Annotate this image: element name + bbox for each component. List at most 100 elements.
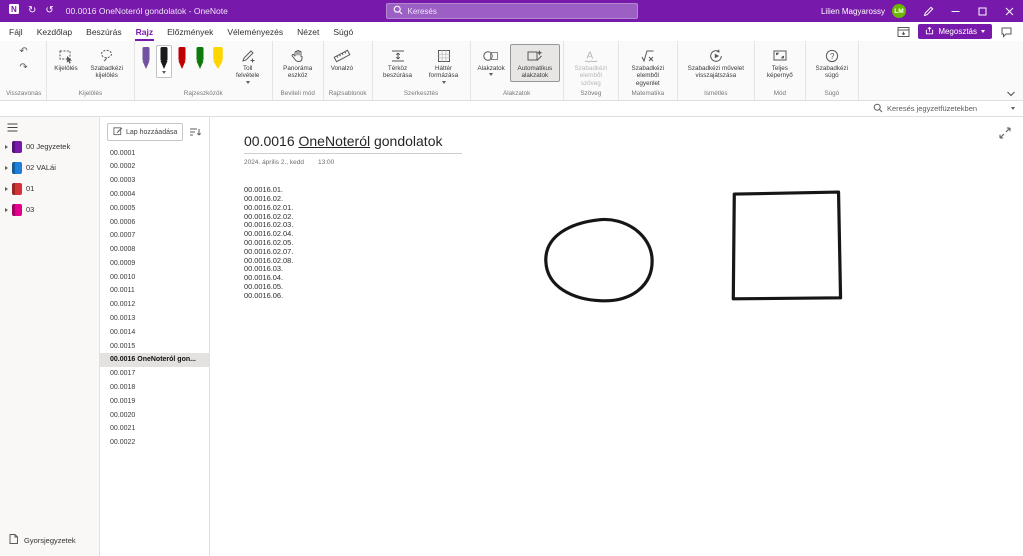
redo-button[interactable]: ↷ (18, 62, 28, 74)
search-input[interactable] (407, 6, 631, 16)
quick-notes-icon (8, 533, 19, 547)
shapes-button[interactable]: Alakzatok (474, 44, 509, 78)
page-title-suffix: gondolatok (370, 133, 443, 150)
share-button[interactable]: Megosztás (918, 24, 992, 39)
notebook-item[interactable]: 00 Jegyzetek (0, 136, 99, 157)
page-list-item[interactable]: 00.0018 (100, 381, 209, 395)
ink-replay-label: Szabadkézi művelet visszajátszása (687, 65, 744, 80)
page-list-item[interactable]: 00.0017 (100, 367, 209, 381)
page-list-item[interactable]: 00.0005 (100, 201, 209, 215)
undo-button[interactable]: ↶ (18, 46, 28, 58)
page-list-item[interactable]: 00.0019 (100, 394, 209, 408)
ink-to-text-button: A Szabadkézi elemből szöveg (567, 44, 615, 89)
select-button[interactable]: Kijelölés (50, 44, 81, 74)
menu-tab[interactable]: Súgó (326, 22, 360, 41)
pen-tool[interactable] (210, 45, 226, 78)
close-button[interactable] (996, 0, 1023, 22)
add-pen-label: Toll felvétele (235, 65, 260, 80)
collapse-ribbon-icon[interactable] (1005, 90, 1017, 98)
maximize-button[interactable] (969, 0, 996, 22)
page-list-item[interactable]: 00.0003 (100, 174, 209, 188)
global-search-box[interactable] (385, 3, 638, 19)
page-title[interactable]: 00.0016 OneNoteról gondolatok (244, 133, 462, 149)
ink-to-math-button[interactable]: Szabadkézi elemből egyenlet (622, 44, 674, 89)
notebook-icon (12, 182, 22, 195)
ink-replay-button[interactable]: Szabadkézi művelet visszajátszása (681, 44, 751, 82)
chevron-down-icon (161, 71, 166, 74)
page-list-item[interactable]: 00.0016 OneNoteról gon... (100, 352, 209, 367)
sync-icon[interactable]: ↻ (27, 5, 37, 17)
pen-icon (178, 47, 186, 69)
feedback-icon[interactable] (999, 25, 1014, 39)
page-title-block[interactable]: 00.0016 OneNoteról gondolatok (244, 133, 462, 155)
ribbon-group-label: Matematika (631, 90, 665, 98)
page-list-item[interactable]: 00.0012 (100, 298, 209, 312)
content-line[interactable]: 00.0016.06. (244, 291, 293, 301)
ink-stroke-rectangle[interactable] (731, 190, 843, 301)
page-list-item[interactable]: 00.0006 (100, 215, 209, 229)
ink-to-math-label: Szabadkézi elemből egyenlet (631, 65, 665, 87)
page-list-item[interactable]: 00.0022 (100, 436, 209, 450)
ink-help-button[interactable]: ? Szabadkézi súgó (809, 44, 855, 82)
page-list-item[interactable]: 00.0015 (100, 339, 209, 353)
notebook-list: 00 Jegyzetek 02 VALái 01 03 (0, 136, 99, 220)
chevron-down-icon (1011, 107, 1015, 111)
page-list-item[interactable]: 00.0020 (100, 408, 209, 422)
page-time: 13:00 (317, 159, 335, 167)
pen-tool[interactable] (138, 45, 154, 78)
page-canvas[interactable]: 00.0016 OneNoteról gondolatok 2024. ápri… (210, 117, 1023, 556)
page-list-item[interactable]: 00.0013 (100, 312, 209, 326)
page-list-item[interactable]: 00.0002 (100, 160, 209, 174)
undo-icon[interactable]: ↺ (44, 5, 54, 17)
ruler-button[interactable]: Vonalzó (327, 44, 357, 74)
notebook-item[interactable]: 03 (0, 199, 99, 220)
auto-shapes-button[interactable]: Automatikus alakzatok (509, 44, 560, 82)
page-list-item[interactable]: 00.0011 (100, 284, 209, 298)
add-pen-button[interactable]: Toll felvétele (227, 44, 269, 86)
pen-tool[interactable] (155, 45, 172, 78)
page-list-item[interactable]: 00.0021 (100, 422, 209, 436)
notebook-search-box[interactable]: Keresés jegyzetfüzetekben (873, 103, 1015, 115)
page-list-item[interactable]: 00.0007 (100, 229, 209, 243)
page-list-panel: Lap hozzáadása 00.0001 00.0002 00.0003 0… (100, 117, 210, 556)
page-list-item[interactable]: 00.0004 (100, 188, 209, 202)
format-background-button[interactable]: Háttér formázása (421, 44, 467, 86)
ink-pen-icon[interactable] (915, 0, 942, 22)
hamburger-icon[interactable] (0, 117, 18, 136)
menu-tab[interactable]: Előzmények (160, 22, 220, 41)
minimize-button[interactable] (942, 0, 969, 22)
chevron-right-icon[interactable] (5, 186, 8, 191)
auto-shapes-label: Automatikus alakzatok (517, 65, 553, 80)
pen-tool[interactable] (192, 45, 208, 78)
expand-page-icon[interactable] (998, 126, 1012, 140)
chevron-right-icon[interactable] (5, 165, 8, 170)
page-list-item[interactable]: 00.0009 (100, 257, 209, 271)
insert-space-button[interactable]: Térköz beszúrása (376, 44, 420, 82)
quick-notes-item[interactable]: Gyorsjegyzetek (0, 525, 99, 556)
page-list-item[interactable]: 00.0008 (100, 243, 209, 257)
menu-tab[interactable]: Nézet (290, 22, 326, 41)
sort-pages-icon[interactable] (188, 126, 202, 138)
menu-tab[interactable]: Kezdőlap (30, 22, 79, 41)
notebook-item[interactable]: 01 (0, 178, 99, 199)
ink-replay-icon (708, 47, 724, 64)
add-page-button[interactable]: Lap hozzáadása (107, 123, 184, 142)
menu-tab[interactable]: Beszúrás (79, 22, 128, 41)
lasso-select-button[interactable]: Szabadkézi kijelölés (83, 44, 131, 82)
chevron-right-icon[interactable] (5, 207, 8, 212)
chevron-right-icon[interactable] (5, 144, 8, 149)
notebook-item[interactable]: 02 VALái (0, 157, 99, 178)
page-list-header: Lap hozzáadása (100, 117, 209, 146)
pen-tool[interactable] (174, 45, 190, 78)
ink-stroke-circle[interactable] (544, 218, 654, 303)
panorama-tool-button[interactable]: Panoráma eszköz (276, 44, 320, 82)
menu-tab[interactable]: Véleményezés (220, 22, 290, 41)
menu-tab[interactable]: Fájl (2, 22, 30, 41)
page-list-item[interactable]: 00.0001 (100, 146, 209, 160)
fullscreen-button[interactable]: Teljes képernyő (758, 44, 802, 82)
page-list-item[interactable]: 00.0010 (100, 270, 209, 284)
menu-tab[interactable]: Rajz (129, 22, 160, 41)
page-list-item[interactable]: 00.0014 (100, 325, 209, 339)
avatar[interactable]: LM (892, 4, 906, 18)
ribbon-display-icon[interactable] (896, 25, 911, 39)
